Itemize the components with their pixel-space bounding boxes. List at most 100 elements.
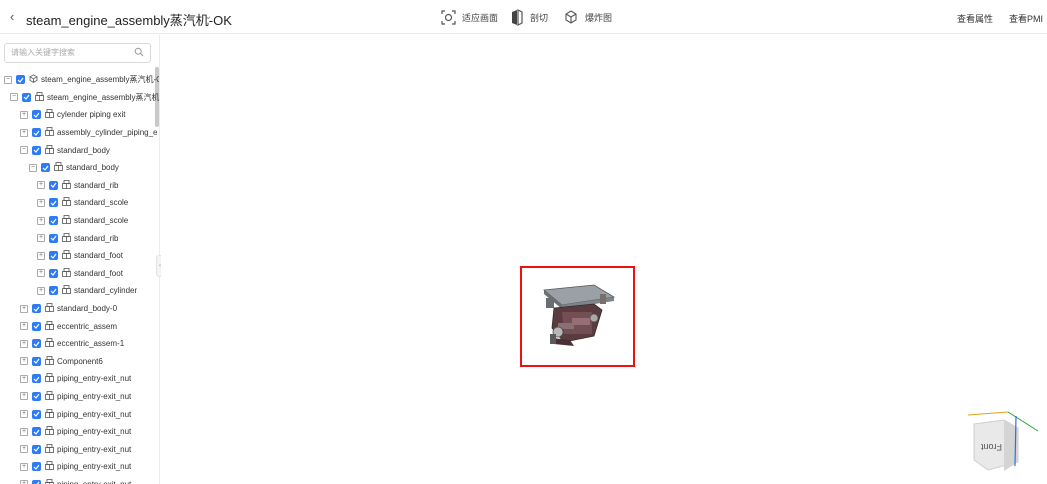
- tree-node[interactable]: + standard_scole: [0, 194, 159, 212]
- visibility-checkbox[interactable]: [32, 304, 41, 314]
- expand-node-icon[interactable]: +: [20, 322, 28, 331]
- tree-node[interactable]: − standard_body: [0, 159, 159, 177]
- visibility-checkbox[interactable]: [49, 180, 58, 190]
- search-input[interactable]: 请输入关键字搜索: [4, 43, 151, 63]
- fit-view-label: 适应画面: [462, 12, 499, 23]
- visibility-checkbox[interactable]: [32, 479, 41, 484]
- visibility-checkbox[interactable]: [32, 462, 41, 472]
- visibility-checkbox[interactable]: [49, 251, 58, 261]
- tree-node-label: cylender piping exit: [57, 110, 126, 120]
- search-icon[interactable]: [134, 47, 144, 57]
- collapse-node-icon[interactable]: −: [10, 93, 18, 102]
- expand-node-icon[interactable]: +: [20, 128, 28, 137]
- tree-node-label: standard_body-0: [57, 304, 118, 314]
- expand-node-icon[interactable]: +: [20, 374, 28, 383]
- visibility-checkbox[interactable]: [49, 216, 58, 226]
- tree-node[interactable]: + standard_cylinder: [0, 282, 159, 300]
- tree-node-label: piping_entry-exit_nut: [57, 462, 132, 472]
- model-title[interactable]: steam_engine_assembly蒸汽机-OK: [26, 10, 232, 29]
- assembly-icon: [45, 355, 54, 367]
- collapse-node-icon[interactable]: −: [4, 75, 12, 84]
- visibility-checkbox[interactable]: [41, 163, 50, 173]
- expand-node-icon[interactable]: +: [20, 304, 28, 313]
- expand-node-icon[interactable]: +: [20, 410, 28, 419]
- expand-node-icon[interactable]: +: [20, 110, 28, 119]
- visibility-checkbox[interactable]: [32, 409, 41, 419]
- tree-node[interactable]: + assembly_cylinder_piping_e: [0, 124, 159, 142]
- expand-node-icon[interactable]: +: [37, 286, 45, 295]
- expand-node-icon[interactable]: +: [37, 251, 45, 260]
- tree-node[interactable]: + eccentric_assem-1: [0, 335, 159, 353]
- tree-node[interactable]: + piping_entry-exit_nut: [0, 388, 159, 406]
- visibility-checkbox[interactable]: [32, 444, 41, 454]
- tree-node-label: standard_scole: [74, 198, 129, 208]
- expand-node-icon[interactable]: +: [37, 181, 45, 190]
- expand-node-icon[interactable]: +: [20, 462, 28, 471]
- explode-icon: [565, 10, 577, 24]
- tree-node-label: Component6: [57, 356, 103, 366]
- tree-node-label: standard_foot: [74, 251, 123, 261]
- expand-node-icon[interactable]: +: [20, 339, 28, 348]
- view-pmi-link[interactable]: 查看PMI: [1009, 12, 1043, 25]
- back-chevron-left-icon[interactable]: ‹: [10, 9, 14, 24]
- visibility-checkbox[interactable]: [49, 198, 58, 208]
- visibility-checkbox[interactable]: [49, 286, 58, 296]
- expand-node-icon[interactable]: +: [20, 427, 28, 436]
- tree-node[interactable]: + standard_body-0: [0, 300, 159, 318]
- tree-node[interactable]: + Component6: [0, 353, 159, 371]
- chevron-down-icon[interactable]: ⌄: [204, 11, 212, 22]
- tree-node[interactable]: + piping_entry-exit_nut: [0, 458, 159, 476]
- assembly-icon: [45, 391, 54, 402]
- assembly-icon: [62, 179, 71, 191]
- tree-node[interactable]: + standard_foot: [0, 247, 159, 265]
- expand-node-icon[interactable]: +: [20, 392, 28, 401]
- tree-node[interactable]: + piping_entry-exit_nut: [0, 440, 159, 458]
- expand-node-icon[interactable]: +: [37, 234, 45, 243]
- assembly-icon: [54, 162, 63, 173]
- visibility-checkbox[interactable]: [32, 374, 41, 384]
- tree-node[interactable]: − steam_engine_assembly蒸汽机: [0, 89, 160, 107]
- visibility-checkbox[interactable]: [32, 391, 41, 401]
- tree-node[interactable]: + piping_entry-exit_nut: [0, 423, 159, 441]
- 3d-viewport[interactable]: [161, 35, 1047, 484]
- visibility-checkbox[interactable]: [22, 92, 31, 102]
- collapse-node-icon[interactable]: −: [20, 146, 28, 155]
- tree-node[interactable]: + standard_foot: [0, 265, 159, 283]
- expand-node-icon[interactable]: +: [37, 198, 45, 207]
- visibility-checkbox[interactable]: [49, 233, 58, 243]
- tree-node[interactable]: + piping_entry-exit_nut: [0, 370, 159, 388]
- expand-node-icon[interactable]: +: [20, 445, 28, 454]
- collapse-node-icon[interactable]: −: [29, 163, 37, 172]
- visibility-checkbox[interactable]: [32, 128, 41, 138]
- visibility-checkbox[interactable]: [32, 321, 41, 331]
- visibility-checkbox[interactable]: [16, 75, 25, 85]
- tree-node-label: steam_engine_assembly蒸汽机: [47, 92, 160, 102]
- section-cut-button[interactable]: 剖切: [510, 8, 548, 26]
- view-cube[interactable]: Front: [968, 410, 1040, 474]
- explode-button[interactable]: 爆炸图: [563, 8, 612, 26]
- view-properties-link[interactable]: 查看属性: [957, 12, 993, 25]
- tree-node[interactable]: + cylender piping exit: [0, 106, 159, 124]
- expand-node-icon[interactable]: +: [37, 216, 45, 225]
- model-selection-box: [520, 266, 635, 367]
- visibility-checkbox[interactable]: [49, 268, 58, 278]
- tree-node[interactable]: + eccentric_assem: [0, 317, 159, 335]
- tree-node-label: standard_cylinder: [74, 286, 138, 296]
- tree-node[interactable]: + standard_scole: [0, 212, 159, 230]
- fit-view-button[interactable]: 适应画面: [441, 8, 498, 26]
- tree-node[interactable]: + standard_rib: [0, 229, 159, 247]
- visibility-checkbox[interactable]: [32, 427, 41, 437]
- tree-node[interactable]: − standard_body: [0, 141, 159, 159]
- visibility-checkbox[interactable]: [32, 110, 41, 120]
- expand-node-icon[interactable]: +: [20, 480, 28, 484]
- tree-node[interactable]: + piping_entry-exit_nut: [0, 476, 159, 484]
- tree-node[interactable]: − steam_engine_assembly蒸汽机-OK: [0, 71, 159, 89]
- expand-node-icon[interactable]: +: [37, 269, 45, 278]
- steam-engine-model[interactable]: [522, 268, 633, 365]
- visibility-checkbox[interactable]: [32, 145, 41, 155]
- visibility-checkbox[interactable]: [32, 339, 41, 349]
- visibility-checkbox[interactable]: [32, 356, 41, 366]
- expand-node-icon[interactable]: +: [20, 357, 28, 366]
- tree-node[interactable]: + piping_entry-exit_nut: [0, 405, 159, 423]
- tree-node[interactable]: + standard_rib: [0, 177, 159, 195]
